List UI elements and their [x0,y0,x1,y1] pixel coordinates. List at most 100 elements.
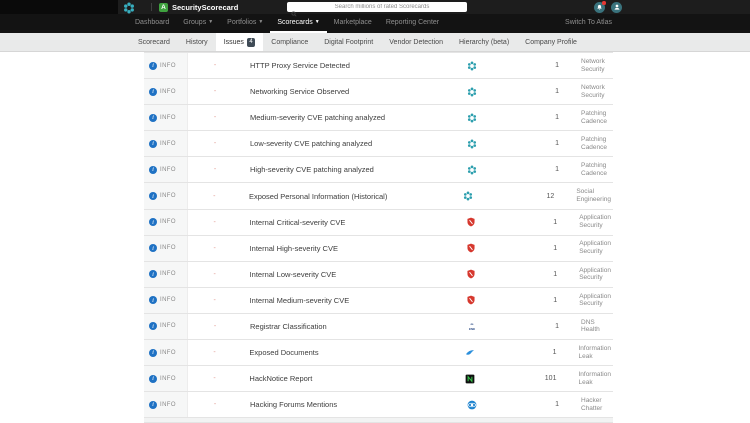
change-value: - [188,114,242,121]
red-shield-icon [441,269,501,279]
issue-count: 1 [502,166,559,173]
info-severity-icon: i [149,62,157,70]
subnav-item-compliance[interactable]: Compliance [263,33,316,51]
issue-title-link[interactable]: Hacking Forums Mentions [242,400,442,409]
topbar-left-panel [0,0,118,14]
factor-category-label: Information Leak [556,345,613,361]
info-severity-icon: i [149,88,157,96]
main-nav-item-marketplace[interactable]: Marketplace [327,14,379,33]
info-severity-icon: i [149,166,157,174]
issue-title-link[interactable]: Registrar Classification [242,322,442,331]
severity-cell: i INFO [144,79,188,104]
securityscorecard-knot-icon[interactable] [123,1,135,13]
topbar-divider [151,3,152,11]
user-account-button[interactable] [611,2,622,13]
brand-badge-icon[interactable]: A [159,3,168,12]
factor-category-label: Network Security [559,84,613,100]
factor-category-label: Application Security [557,214,613,230]
factor-category-label: Application Security [557,240,613,256]
severity-label: INFO [160,63,176,69]
main-nav-item-reporting-center[interactable]: Reporting Center [379,14,446,33]
issue-count: 1 [502,88,559,95]
notifications-button[interactable] [594,2,605,13]
issue-title-link[interactable]: Networking Service Observed [242,87,442,96]
subnav-item-scorecard[interactable]: Scorecard [130,33,178,51]
main-nav-item-label: Marketplace [334,19,372,26]
issue-title-link[interactable]: Medium-severity CVE patching analyzed [242,113,442,122]
issue-row[interactable]: i INFO - High-severity CVE patching anal… [144,157,613,183]
issue-count: 12 [498,193,554,200]
issue-title-link[interactable]: Exposed Documents [241,348,440,357]
issue-row[interactable]: i INFO - Networking Service Observed 1 N… [144,79,613,105]
brand-name[interactable]: SecurityScorecard [172,0,238,14]
severity-label: INFO [160,271,176,277]
severity-cell: i INFO [144,53,188,78]
issue-row[interactable]: i INFO - HackNotice Report 101 Informati… [144,366,613,392]
issue-row[interactable]: i INFO - Low-severity CVE patching analy… [144,131,613,157]
subnav-item-vendor-detection[interactable]: Vendor Detection [381,33,451,51]
issue-title-link[interactable]: HackNotice Report [241,374,440,383]
issue-row[interactable]: i INFO - HTTP Proxy Service Detected 1 N… [144,53,613,79]
change-value: - [188,271,242,278]
severity-cell: i INFO [144,105,188,130]
main-nav-item-dashboard[interactable]: Dashboard [128,14,176,33]
subnav-item-company-profile[interactable]: Company Profile [517,33,585,51]
main-nav-item-scorecards[interactable]: Scorecards ▼ [270,14,326,33]
issue-row[interactable]: i INFO - Internal High-severity CVE 1 Ap… [144,236,613,262]
issue-count: 1 [502,140,559,147]
subnav-item-hierarchy-beta-[interactable]: Hierarchy (beta) [451,33,517,51]
subnav-item-label: Vendor Detection [389,39,443,46]
factor-category-label: Information Leak [556,371,613,387]
issue-row[interactable]: i INFO - Registrar Classification ∞csc 1… [144,314,613,340]
issue-row[interactable]: i INFO - Internal Medium-severity CVE 1 … [144,288,613,314]
issue-title-link[interactable]: Exposed Personal Information (Historical… [241,192,439,201]
switch-to-atlas-link[interactable]: Switch To Atlas [565,19,612,28]
info-severity-icon: i [149,140,157,148]
issue-count: 1 [500,219,557,226]
subnav-item-label: Digital Footprint [324,39,373,46]
issue-count: 1 [500,349,557,356]
change-value: - [188,297,242,304]
change-value: - [188,375,242,382]
chevron-down-icon: ▼ [208,20,213,25]
severity-cell: i INFO [144,157,188,182]
main-nav-item-portfolios[interactable]: Portfolios ▼ [220,14,270,33]
ssc-factor-icon [442,165,502,175]
factor-category-label: Patching Cadence [559,136,613,152]
issue-title-link[interactable]: Internal Critical-severity CVE [242,218,441,227]
issue-title-link[interactable]: HTTP Proxy Service Detected [242,61,442,70]
subnav-item-issues[interactable]: Issues 4 [216,33,264,51]
change-value: - [188,323,242,330]
issue-row[interactable]: i INFO - Internal Low-severity CVE 1 App… [144,262,613,288]
issue-title-link[interactable]: Internal Medium-severity CVE [242,296,441,305]
severity-cell: i INFO [144,210,188,235]
issue-title-link[interactable]: Internal Low-severity CVE [242,270,441,279]
main-nav-item-groups[interactable]: Groups ▼ [176,14,220,33]
issue-row[interactable]: i INFO - Hacking Forums Mentions 1 Hacke… [144,392,613,418]
severity-label: INFO [160,115,176,121]
issue-row[interactable]: i INFO - Exposed Personal Information (H… [144,183,613,209]
ssc-factor-icon [442,113,502,123]
issue-title-link[interactable]: Internal High-severity CVE [242,244,441,253]
next-row-partial [144,418,613,423]
severity-cell: i INFO [144,131,188,156]
issues-table: i INFO - HTTP Proxy Service Detected 1 N… [144,52,613,423]
change-value: - [188,62,242,69]
issue-row[interactable]: i INFO - Internal Critical-severity CVE … [144,210,613,236]
issue-count: 101 [500,375,557,382]
svg-text:∞: ∞ [471,322,474,327]
issue-row[interactable]: i INFO - Medium-severity CVE patching an… [144,105,613,131]
subnav-item-digital-footprint[interactable]: Digital Footprint [316,33,381,51]
issue-row[interactable]: i INFO - Exposed Documents 1 Information… [144,340,613,366]
change-value: - [188,166,242,173]
main-nav-item-label: Groups [183,19,206,26]
info-severity-icon: i [149,401,157,409]
issue-title-link[interactable]: High-severity CVE patching analyzed [242,165,442,174]
blue-swoosh-icon [440,348,500,358]
subnav-item-history[interactable]: History [178,33,216,51]
factor-category-label: Patching Cadence [559,162,613,178]
scorecard-search-input[interactable]: Search millions of rated Scorecards [287,2,467,12]
subnav-item-label: Scorecard [138,39,170,46]
issue-title-link[interactable]: Low-severity CVE patching analyzed [242,139,442,148]
severity-label: INFO [160,376,176,382]
